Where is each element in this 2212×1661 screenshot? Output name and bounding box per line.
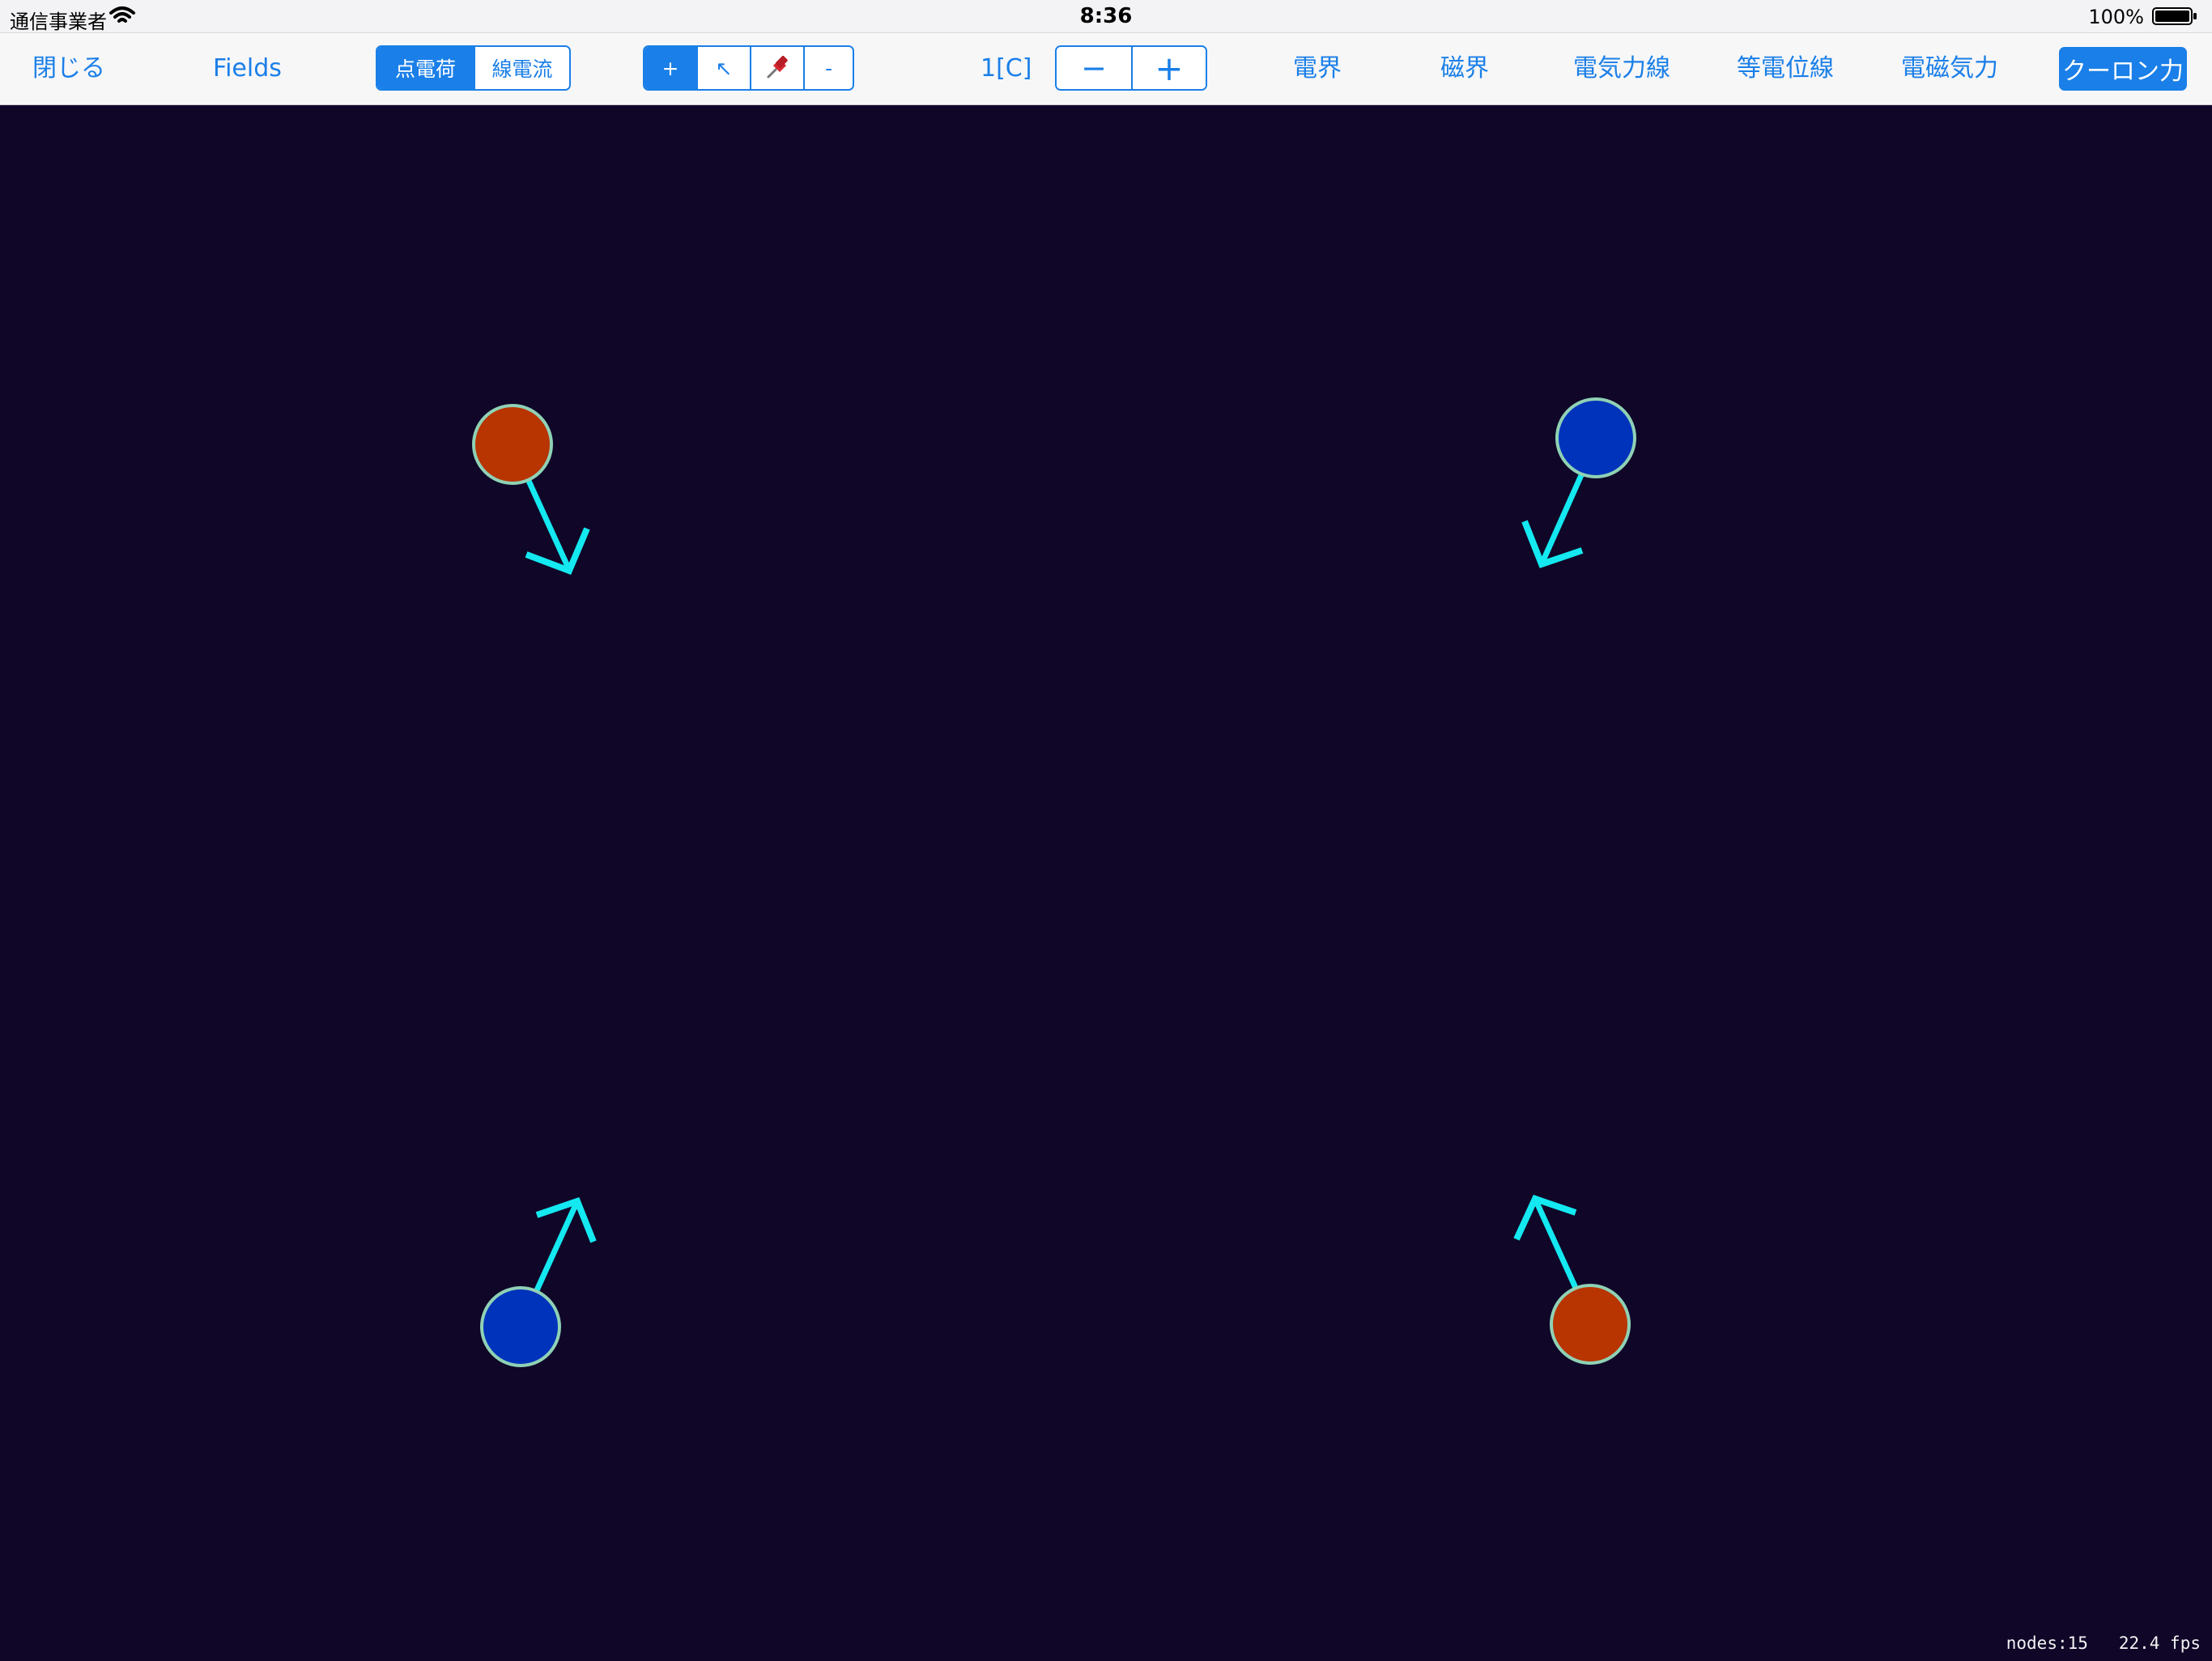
segment-point-charge[interactable]: 点電荷: [377, 47, 474, 89]
tool-add-button[interactable]: +: [644, 47, 696, 89]
force-arrow: [525, 478, 590, 576]
toggle-magnetic-field[interactable]: 磁界: [1440, 33, 1489, 104]
simulation-canvas[interactable]: nodes:15 22.4 fps: [0, 104, 2212, 1658]
node-count: nodes:15: [2006, 1633, 2088, 1653]
toggle-equipotential-lines[interactable]: 等電位線: [1737, 33, 1834, 104]
force-arrow: [1521, 472, 1585, 569]
tool-pin-button[interactable]: [750, 47, 803, 89]
toggle-field-lines[interactable]: 電気力線: [1573, 33, 1670, 104]
force-arrow: [534, 1196, 597, 1294]
charge-stepper: − +: [1055, 45, 1207, 91]
fps-value: 22.4 fps: [2118, 1633, 2201, 1653]
stepper-increment-button[interactable]: +: [1131, 47, 1206, 89]
tool-remove-button[interactable]: -: [803, 47, 853, 89]
close-button[interactable]: 閉じる: [32, 33, 105, 104]
charge-value-label: 1[C]: [981, 54, 1032, 83]
force-arrow: [1513, 1195, 1579, 1291]
charge-positive[interactable]: [472, 404, 553, 485]
segment-line-current[interactable]: 線電流: [474, 47, 569, 89]
status-bar: 通信事業者 8:36 100%: [0, 0, 2212, 33]
pin-icon: [767, 56, 788, 79]
charge-positive[interactable]: [1550, 1284, 1631, 1365]
tool-select-button[interactable]: ↖: [696, 47, 750, 89]
cursor-arrow-icon: ↖: [715, 56, 733, 80]
charge-type-segmented-control: 点電荷 線電流: [376, 45, 571, 91]
toolbar: 閉じる Fields 点電荷 線電流 + ↖ - 1[C] − + 電界 磁界 …: [0, 32, 2212, 105]
battery-percent: 100%: [2088, 6, 2144, 28]
tool-segmented-control: + ↖ -: [643, 45, 854, 91]
coulomb-force-toggle[interactable]: クーロン力: [2059, 47, 2187, 91]
toggle-electric-field[interactable]: 電界: [1293, 33, 1342, 104]
fps-readout: nodes:15 22.4 fps: [2006, 1633, 2201, 1653]
battery-icon: [2152, 7, 2197, 25]
field-svg: [472, 397, 1636, 1367]
fields-title-button[interactable]: Fields: [213, 33, 282, 104]
toggle-electromagnetic-force[interactable]: 電磁気力: [1901, 33, 1998, 104]
clock: 8:36: [1079, 4, 1133, 28]
charge-negative[interactable]: [1555, 397, 1636, 478]
charge-negative[interactable]: [480, 1286, 561, 1367]
stepper-decrement-button[interactable]: −: [1057, 47, 1131, 89]
